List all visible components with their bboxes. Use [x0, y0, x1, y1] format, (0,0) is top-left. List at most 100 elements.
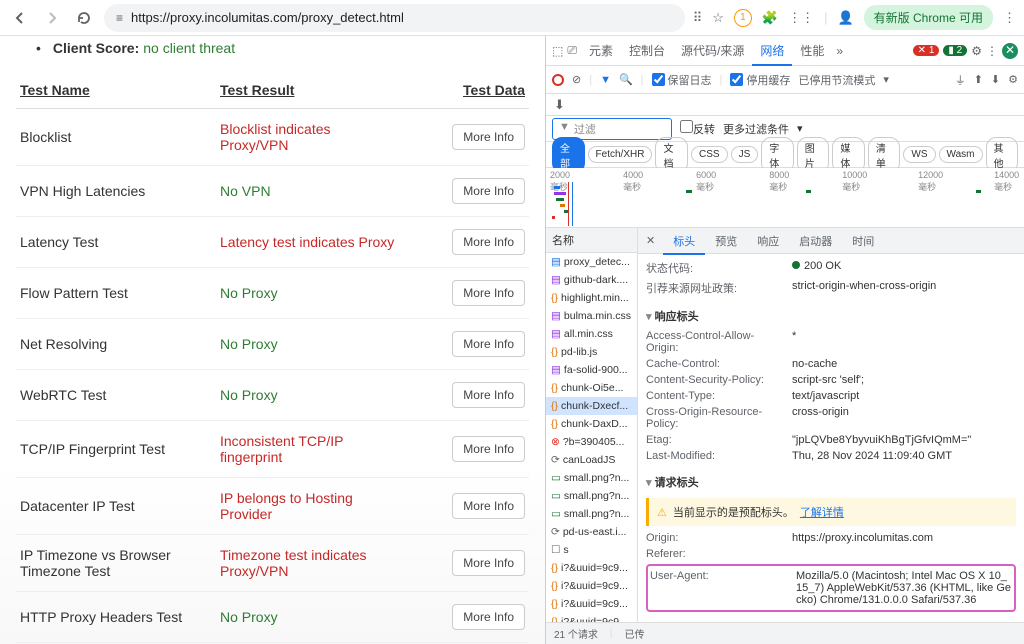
chrome-update-button[interactable]: 有新版 Chrome 可用 — [864, 5, 993, 30]
request-row[interactable]: {}pd-lib.js — [546, 343, 637, 361]
profile-icon[interactable]: 👤 — [837, 10, 853, 26]
detail-tab[interactable]: 启动器 — [789, 231, 842, 253]
request-row[interactable]: {}chunk-DaxD... — [546, 415, 637, 433]
extension-badge[interactable]: 1 — [734, 9, 752, 27]
reload-button[interactable] — [72, 6, 96, 30]
more-info-button[interactable]: More Info — [452, 178, 525, 204]
devtools-tab[interactable]: 网络 — [752, 38, 792, 66]
more-info-button[interactable]: More Info — [452, 493, 525, 519]
more-info-button[interactable]: More Info — [452, 280, 525, 306]
detail-tab[interactable]: 时间 — [842, 231, 884, 253]
url-field[interactable]: ≡ https://proxy.incolumitas.com/proxy_de… — [104, 4, 685, 32]
devtools-tab[interactable]: 元素 — [581, 38, 621, 64]
throttle-select[interactable]: 已停用节流模式 — [798, 72, 875, 88]
detail-tab[interactable]: 响应 — [747, 231, 789, 253]
devtools-panel: ⬚ ⎚ 元素控制台源代码/来源网络性能 » ✕ 1 ▮ 2 ⚙ ⋮ ✕ ⊘ | … — [545, 36, 1024, 644]
download-icon[interactable]: ⬇ — [991, 73, 1000, 86]
file-type-icon: {} — [551, 562, 558, 574]
network-timeline[interactable]: 2000 毫秒4000 毫秒6000 毫秒8000 毫秒10000 毫秒1200… — [546, 168, 1024, 228]
request-row[interactable]: ▤github-dark.... — [546, 271, 637, 289]
request-row[interactable]: ▭small.png?n... — [546, 487, 637, 505]
request-row[interactable]: {}i?&uuid=9c9... — [546, 595, 637, 613]
invert-checkbox[interactable]: 反转 — [680, 120, 715, 137]
warn-count[interactable]: ▮ 2 — [943, 45, 967, 56]
device-icon[interactable]: ⎚ — [567, 43, 577, 58]
chevron-down-icon[interactable]: ▾ — [797, 122, 803, 135]
request-row[interactable]: ▤all.min.css — [546, 325, 637, 343]
header-key: Access-Control-Allow-Origin: — [646, 330, 786, 354]
forward-button[interactable] — [40, 6, 64, 30]
request-row[interactable]: {}highlight.min... — [546, 289, 637, 307]
record-button[interactable] — [552, 74, 564, 86]
resource-type-chip[interactable]: Wasm — [939, 146, 983, 163]
devtools-icon[interactable]: ⋮⋮ — [788, 10, 814, 26]
more-info-button[interactable]: More Info — [452, 331, 525, 357]
detail-tab[interactable]: 预览 — [705, 231, 747, 253]
file-name: bulma.min.css — [564, 310, 631, 322]
upload-icon[interactable]: ⬆ — [974, 73, 983, 86]
chevron-down-icon[interactable]: ▾ — [883, 73, 889, 86]
learn-more-link[interactable]: 了解详情 — [800, 504, 844, 520]
translate-icon[interactable]: ⠿ — [693, 10, 703, 26]
more-info-button[interactable]: More Info — [452, 229, 525, 255]
request-row[interactable]: ▤fa-solid-900... — [546, 361, 637, 379]
request-row[interactable]: ▤proxy_detec... — [546, 253, 637, 271]
close-devtools-icon[interactable]: ✕ — [1002, 43, 1018, 59]
table-row: Datacenter IP Test IP belongs to Hosting… — [16, 478, 529, 535]
request-row[interactable]: {}chunk-Dxecf... — [546, 397, 637, 415]
detail-tab[interactable]: 标头 — [663, 231, 705, 255]
request-row[interactable]: ⟳canLoadJS — [546, 451, 637, 469]
file-name: chunk-DaxD... — [561, 418, 628, 430]
file-name: pd-us-east.i... — [563, 526, 627, 538]
test-result: Blocklist indicates Proxy/VPN — [216, 109, 406, 166]
download-alt-icon[interactable]: ⬇ — [554, 97, 565, 113]
site-info-icon[interactable]: ≡ — [116, 11, 123, 25]
devtools-tab[interactable]: 源代码/来源 — [673, 38, 752, 64]
table-row: Blocklist Blocklist indicates Proxy/VPN … — [16, 109, 529, 166]
devtools-tab[interactable]: 性能 — [792, 38, 832, 64]
more-info-button[interactable]: More Info — [452, 124, 525, 150]
menu-icon[interactable]: ⋮ — [986, 44, 998, 58]
request-row[interactable]: ⟳pd-us-east.i... — [546, 523, 637, 541]
settings-icon[interactable]: ⚙ — [971, 44, 982, 58]
extensions-icon[interactable]: 🧩 — [762, 10, 778, 26]
back-button[interactable] — [8, 6, 32, 30]
close-detail-icon[interactable]: ✕ — [638, 234, 663, 247]
bookmark-icon[interactable]: ☆ — [712, 10, 724, 26]
request-row[interactable]: ⊗?b=390405... — [546, 433, 637, 451]
test-name: Latency Test — [16, 217, 216, 268]
request-row[interactable]: ☐s — [546, 541, 637, 559]
resource-type-chip[interactable]: JS — [731, 146, 759, 163]
devtools-tab[interactable]: 控制台 — [621, 38, 673, 64]
network-settings-icon[interactable]: ⚙ — [1008, 73, 1018, 86]
search-icon[interactable]: 🔍 — [619, 73, 633, 86]
more-filters[interactable]: 更多过滤条件 — [723, 121, 789, 137]
network-request-list: 名称 ▤proxy_detec...▤github-dark....{}high… — [546, 228, 638, 622]
menu-icon[interactable]: ⋮ — [1003, 10, 1016, 26]
error-count[interactable]: ✕ 1 — [913, 45, 940, 56]
more-info-button[interactable]: More Info — [452, 550, 525, 576]
wifi-icon[interactable]: ⏚ — [955, 72, 966, 88]
resource-type-chip[interactable]: WS — [903, 146, 935, 163]
request-row[interactable]: ▭small.png?n... — [546, 469, 637, 487]
response-headers-section[interactable]: 响应标头 — [646, 304, 1016, 328]
more-info-button[interactable]: More Info — [452, 382, 525, 408]
preserve-log-checkbox[interactable]: 保留日志 — [652, 72, 712, 88]
request-row[interactable]: ▭small.png?n... — [546, 505, 637, 523]
clear-button[interactable]: ⊘ — [572, 73, 581, 86]
request-row[interactable]: {}i?&uuid=9c9... — [546, 577, 637, 595]
request-headers-section[interactable]: 请求标头 — [646, 470, 1016, 494]
request-row[interactable]: {}i?&uuid=9c9... — [546, 613, 637, 622]
inspect-icon[interactable]: ⬚ — [552, 44, 563, 58]
request-row[interactable]: {}chunk-Oi5e... — [546, 379, 637, 397]
request-count: 21 个请求 — [554, 626, 598, 641]
resource-type-chip[interactable]: CSS — [691, 146, 728, 163]
resource-type-chip[interactable]: Fetch/XHR — [588, 146, 653, 163]
request-row[interactable]: {}i?&uuid=9c9... — [546, 559, 637, 577]
more-tabs-icon[interactable]: » — [836, 44, 843, 58]
more-info-button[interactable]: More Info — [452, 604, 525, 630]
disable-cache-checkbox[interactable]: 停用缓存 — [730, 72, 790, 88]
request-row[interactable]: ▤bulma.min.css — [546, 307, 637, 325]
filter-toggle-icon[interactable]: ▼ — [600, 74, 611, 86]
more-info-button[interactable]: More Info — [452, 436, 525, 462]
